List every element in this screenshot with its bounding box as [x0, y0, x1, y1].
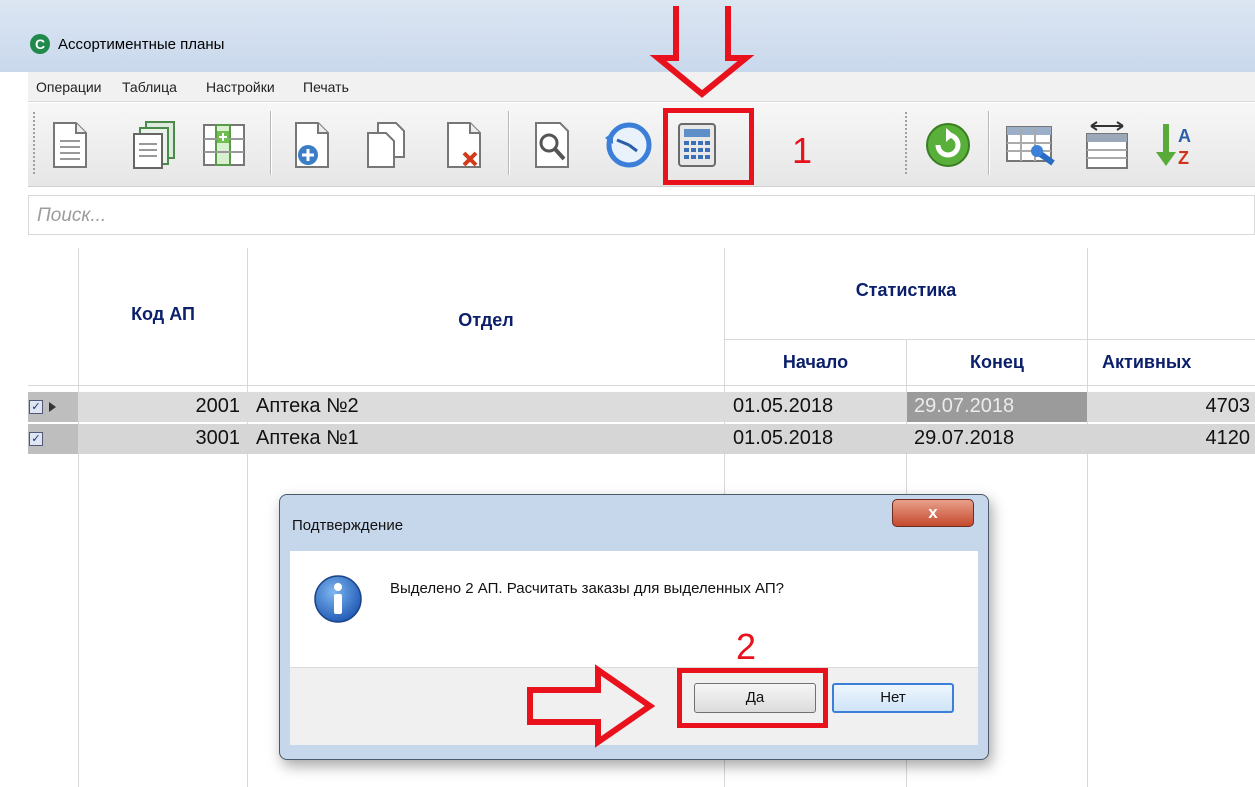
- annotation-box-calculator: [663, 108, 754, 185]
- annotation-overlay: [527, 6, 755, 748]
- annotation-label-step2: 2: [736, 626, 757, 667]
- annotation-arrow-right: [527, 664, 656, 748]
- annotation-arrow-down: [649, 6, 755, 98]
- annotation-label-step1: 1: [792, 130, 813, 171]
- annotation-box-yes: [677, 668, 828, 728]
